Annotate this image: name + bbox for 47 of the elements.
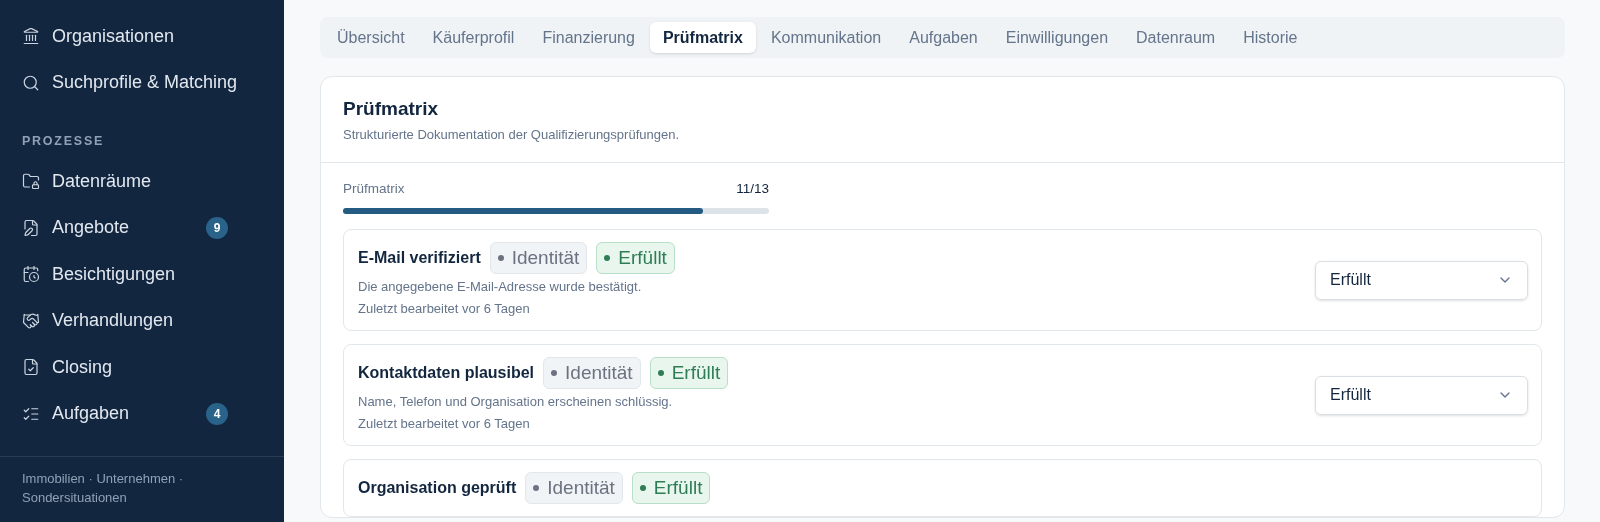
sidebar-item[interactable]: Angebote 9 xyxy=(0,204,284,251)
panel-title: Prüfmatrix xyxy=(343,97,440,121)
tab[interactable]: Einwilligungen xyxy=(992,22,1122,53)
tab[interactable]: Übersicht xyxy=(324,22,418,53)
check-title: Kontaktdaten plausibel xyxy=(358,363,535,384)
progress-label: Prüfmatrix xyxy=(343,180,405,198)
sidebar-item[interactable]: Suchprofile & Matching xyxy=(0,59,284,106)
sidebar-item[interactable]: Verhandlungen xyxy=(0,297,284,344)
tab[interactable]: Historie xyxy=(1230,22,1311,53)
count-badge: 9 xyxy=(206,216,228,239)
sidebar-item[interactable]: Organisationen xyxy=(0,13,284,60)
status-tag: Erfüllt xyxy=(649,357,729,390)
file-check-icon xyxy=(22,358,40,376)
sidebar-item[interactable]: Datenräume xyxy=(0,157,284,205)
edited-time: Zuletzt bearbeitet vor 6 Tagen xyxy=(358,415,531,434)
check-description: Name, Telefon und Organisation erscheinen schlüssig. xyxy=(358,393,674,412)
tab[interactable]: Aufgaben xyxy=(896,22,991,53)
sidebar-item[interactable]: Besichtigungen xyxy=(0,250,284,298)
status-select[interactable]: Erfüllt xyxy=(1315,260,1528,300)
tab[interactable]: Kommunikation xyxy=(757,22,895,53)
progress-reading: 11/13 xyxy=(736,180,769,198)
panel-subtitle: Strukturierte Dokumentation der Qualifizierungsprüfungen. xyxy=(343,125,680,144)
folder-lock-icon xyxy=(22,172,40,190)
handshake-icon xyxy=(22,311,40,330)
status-tag: Erfüllt xyxy=(631,472,711,505)
check-title: Organisation geprüft xyxy=(358,478,517,499)
sidebar-item[interactable]: Aufgaben 4 xyxy=(0,390,284,437)
status-tag: Identität xyxy=(489,242,588,275)
tab[interactable]: Finanzierung xyxy=(529,22,648,53)
section-label: PROZESSE xyxy=(21,133,106,150)
status-tag: Identität xyxy=(543,357,641,390)
edited-time: Zuletzt bearbeitet vor 6 Tagen xyxy=(358,300,531,319)
count-badge: 4 xyxy=(206,402,228,425)
check-description: Die angegebene E-Mail-Adresse wurde bestätigt. xyxy=(358,278,643,297)
check-title: E-Mail verifiziert xyxy=(358,248,481,269)
tab[interactable]: Käuferprofil xyxy=(419,22,528,53)
tab[interactable]: Datenraum xyxy=(1123,22,1229,53)
file-pen-icon xyxy=(22,218,40,237)
status-select[interactable]: Erfüllt xyxy=(1315,375,1528,415)
calendar-clock-icon xyxy=(22,265,40,283)
status-tag: Identität xyxy=(525,472,623,505)
sidebar-item[interactable]: Closing xyxy=(0,343,284,391)
footer-text: Immobilien · Unternehmen · Sondersituationen xyxy=(22,470,185,507)
search-icon xyxy=(22,73,40,92)
status-tag: Erfüllt xyxy=(596,242,675,275)
bank-icon xyxy=(22,27,40,46)
tab[interactable]: Prüfmatrix xyxy=(649,22,756,53)
